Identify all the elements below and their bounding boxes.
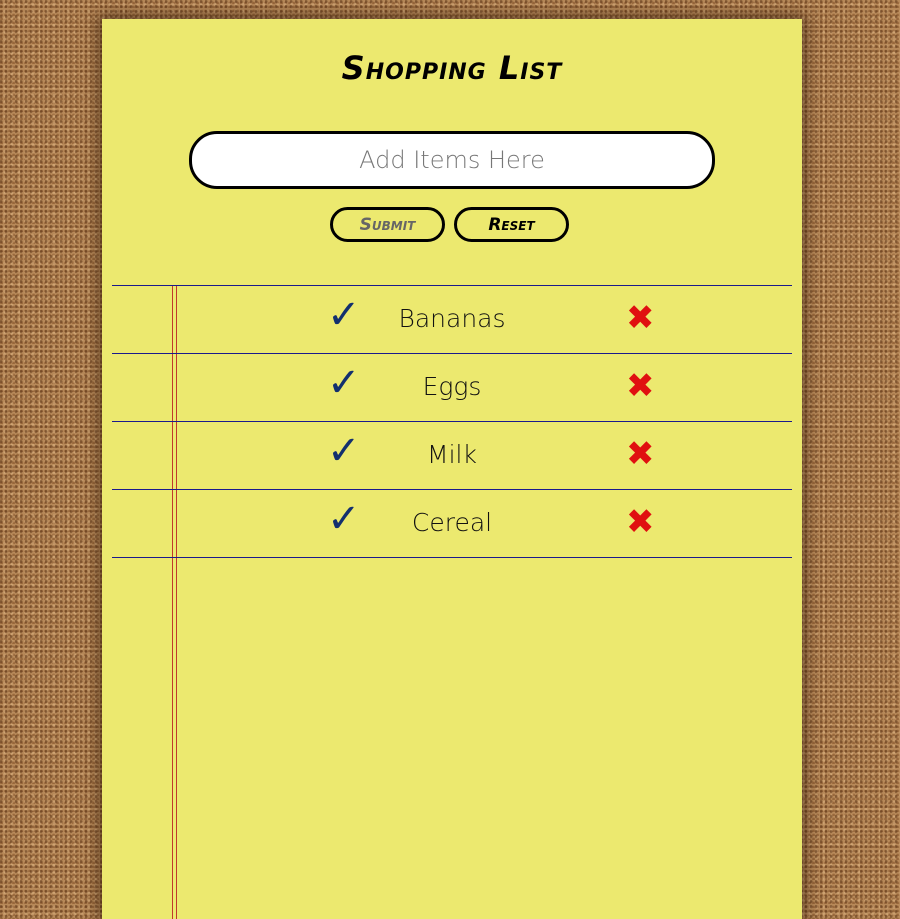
delete-icon[interactable]: ✖ [626,298,655,338]
item-label: Cereal [411,508,493,537]
delete-icon[interactable]: ✖ [626,434,655,474]
page-title: Shopping List [341,49,563,87]
reset-button[interactable]: Reset [454,207,569,242]
item-label: Eggs [422,372,482,401]
list-item: ✓ Cereal ✖ [112,489,792,558]
check-icon[interactable]: ✓ [327,292,361,338]
check-icon[interactable]: ✓ [327,496,361,542]
submit-button[interactable]: Submit [330,207,445,242]
item-label: Milk [427,440,477,469]
check-icon[interactable]: ✓ [327,428,361,474]
item-list: ✓ Bananas ✖ ✓ Eggs ✖ ✓ Milk ✖ ✓ Cereal ✖ [112,285,792,558]
check-icon[interactable]: ✓ [327,360,361,406]
list-item: ✓ Eggs ✖ [112,353,792,421]
list-item: ✓ Milk ✖ [112,421,792,489]
notepad: Shopping List Submit Reset ✓ Bananas ✖ ✓… [102,19,802,919]
delete-icon[interactable]: ✖ [626,366,655,406]
add-item-input[interactable] [189,131,715,189]
list-item: ✓ Bananas ✖ [112,285,792,353]
delete-icon[interactable]: ✖ [626,502,655,542]
item-label: Bananas [398,304,506,333]
